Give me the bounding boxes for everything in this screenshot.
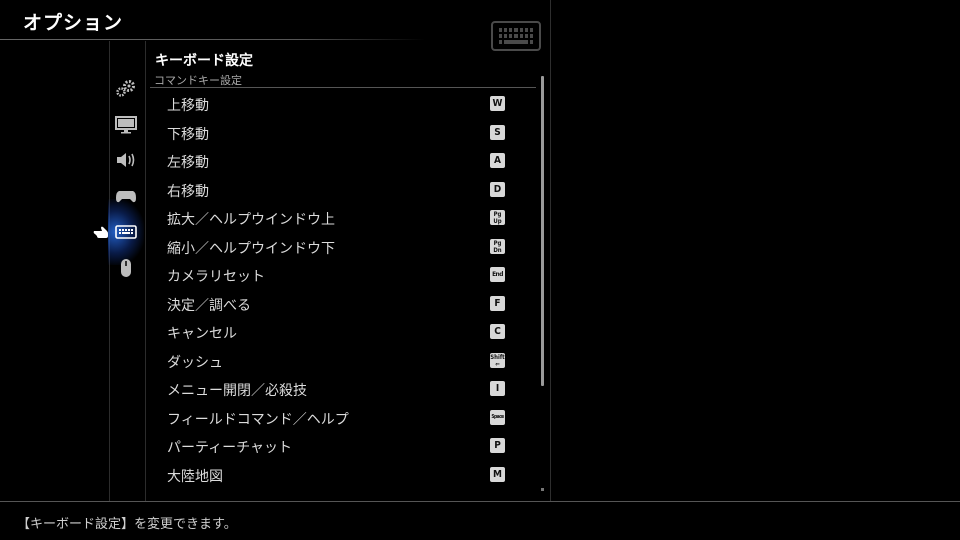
help-text: 【キーボード設定】を変更できます。 xyxy=(17,517,237,532)
key-cap: End xyxy=(490,267,505,282)
key-cap: C xyxy=(490,324,505,339)
binding-row-move-down[interactable]: 下移動 S xyxy=(150,119,530,148)
binding-label: パーティーチャット xyxy=(167,440,293,456)
binding-label: ダッシュ xyxy=(167,354,223,371)
panel-border xyxy=(550,0,551,501)
monitor-icon[interactable] xyxy=(115,115,137,135)
binding-row-move-right[interactable]: 右移動 D xyxy=(150,176,530,205)
keyboard-icon xyxy=(491,21,541,51)
key-cap: D xyxy=(490,181,505,197)
key-cap: Shift ⇐ xyxy=(490,352,505,368)
scrollbar-thumb[interactable] xyxy=(541,76,544,386)
binding-label: 縮小／ヘルプウインドウ下 xyxy=(167,240,335,257)
binding-label: フィールドコマンド／ヘルプ xyxy=(167,411,349,428)
binding-label: 左移動 xyxy=(167,155,209,171)
binding-row-world-map[interactable]: 大陸地図 M xyxy=(150,461,530,490)
speaker-icon[interactable] xyxy=(115,150,137,170)
key-cap: P xyxy=(490,438,505,453)
mouse-icon[interactable] xyxy=(115,258,137,278)
binding-label: メニュー開閉／必殺技 xyxy=(167,383,307,399)
binding-label: 決定／調べる xyxy=(167,297,251,314)
binding-label: 下移動 xyxy=(167,126,209,143)
key-cap: F xyxy=(490,295,505,311)
page-title: オプション xyxy=(23,12,124,34)
binding-row-move-left[interactable]: 左移動 A xyxy=(150,147,530,176)
binding-row-field-command[interactable]: フィールドコマンド／ヘルプ Space xyxy=(150,404,530,433)
binding-row-confirm[interactable]: 決定／調べる F xyxy=(150,290,530,319)
binding-label: 拡大／ヘルプウインドウ上 xyxy=(167,212,335,228)
section-title: キーボード設定 xyxy=(155,53,253,69)
key-cap: W xyxy=(490,96,505,111)
binding-row-zoom-out[interactable]: 縮小／ヘルプウインドウ下 Pg Dn xyxy=(150,233,530,262)
key-cap: Space xyxy=(490,409,505,425)
keyboard-icon[interactable] xyxy=(115,222,137,242)
binding-row-party-chat[interactable]: パーティーチャット P xyxy=(150,432,530,461)
binding-row-move-up[interactable]: 上移動 W xyxy=(150,90,530,119)
key-cap: I xyxy=(490,381,505,396)
binding-label: カメラリセット xyxy=(167,269,265,285)
binding-label: 大陸地図 xyxy=(167,468,223,485)
gamepad-icon[interactable] xyxy=(115,186,137,206)
scroll-down-indicator[interactable] xyxy=(541,488,544,491)
key-cap: Pg Dn xyxy=(490,238,505,254)
key-cap: M xyxy=(490,466,505,482)
section-subtitle: コマンドキー設定 xyxy=(154,74,242,87)
title-divider xyxy=(0,39,425,40)
footer-divider xyxy=(0,501,960,502)
key-binding-list: 上移動 W 下移動 S 左移動 A 右移動 D 拡大／ヘルプウインドウ上 Pg … xyxy=(150,90,530,489)
key-cap: A xyxy=(490,153,505,168)
binding-row-camera-reset[interactable]: カメラリセット End xyxy=(150,261,530,290)
binding-row-dash[interactable]: ダッシュ Shift ⇐ xyxy=(150,347,530,376)
key-cap: S xyxy=(490,124,505,140)
section-divider xyxy=(150,87,536,88)
binding-label: 上移動 xyxy=(167,98,209,114)
binding-row-menu[interactable]: メニュー開閉／必殺技 I xyxy=(150,375,530,404)
binding-label: キャンセル xyxy=(167,326,237,342)
pointing-hand-icon xyxy=(93,224,109,243)
binding-label: 右移動 xyxy=(167,183,209,200)
key-cap: Pg Up xyxy=(490,210,505,225)
binding-row-cancel[interactable]: キャンセル C xyxy=(150,318,530,347)
binding-row-zoom-in[interactable]: 拡大／ヘルプウインドウ上 Pg Up xyxy=(150,204,530,233)
gear-icon[interactable] xyxy=(115,78,137,98)
